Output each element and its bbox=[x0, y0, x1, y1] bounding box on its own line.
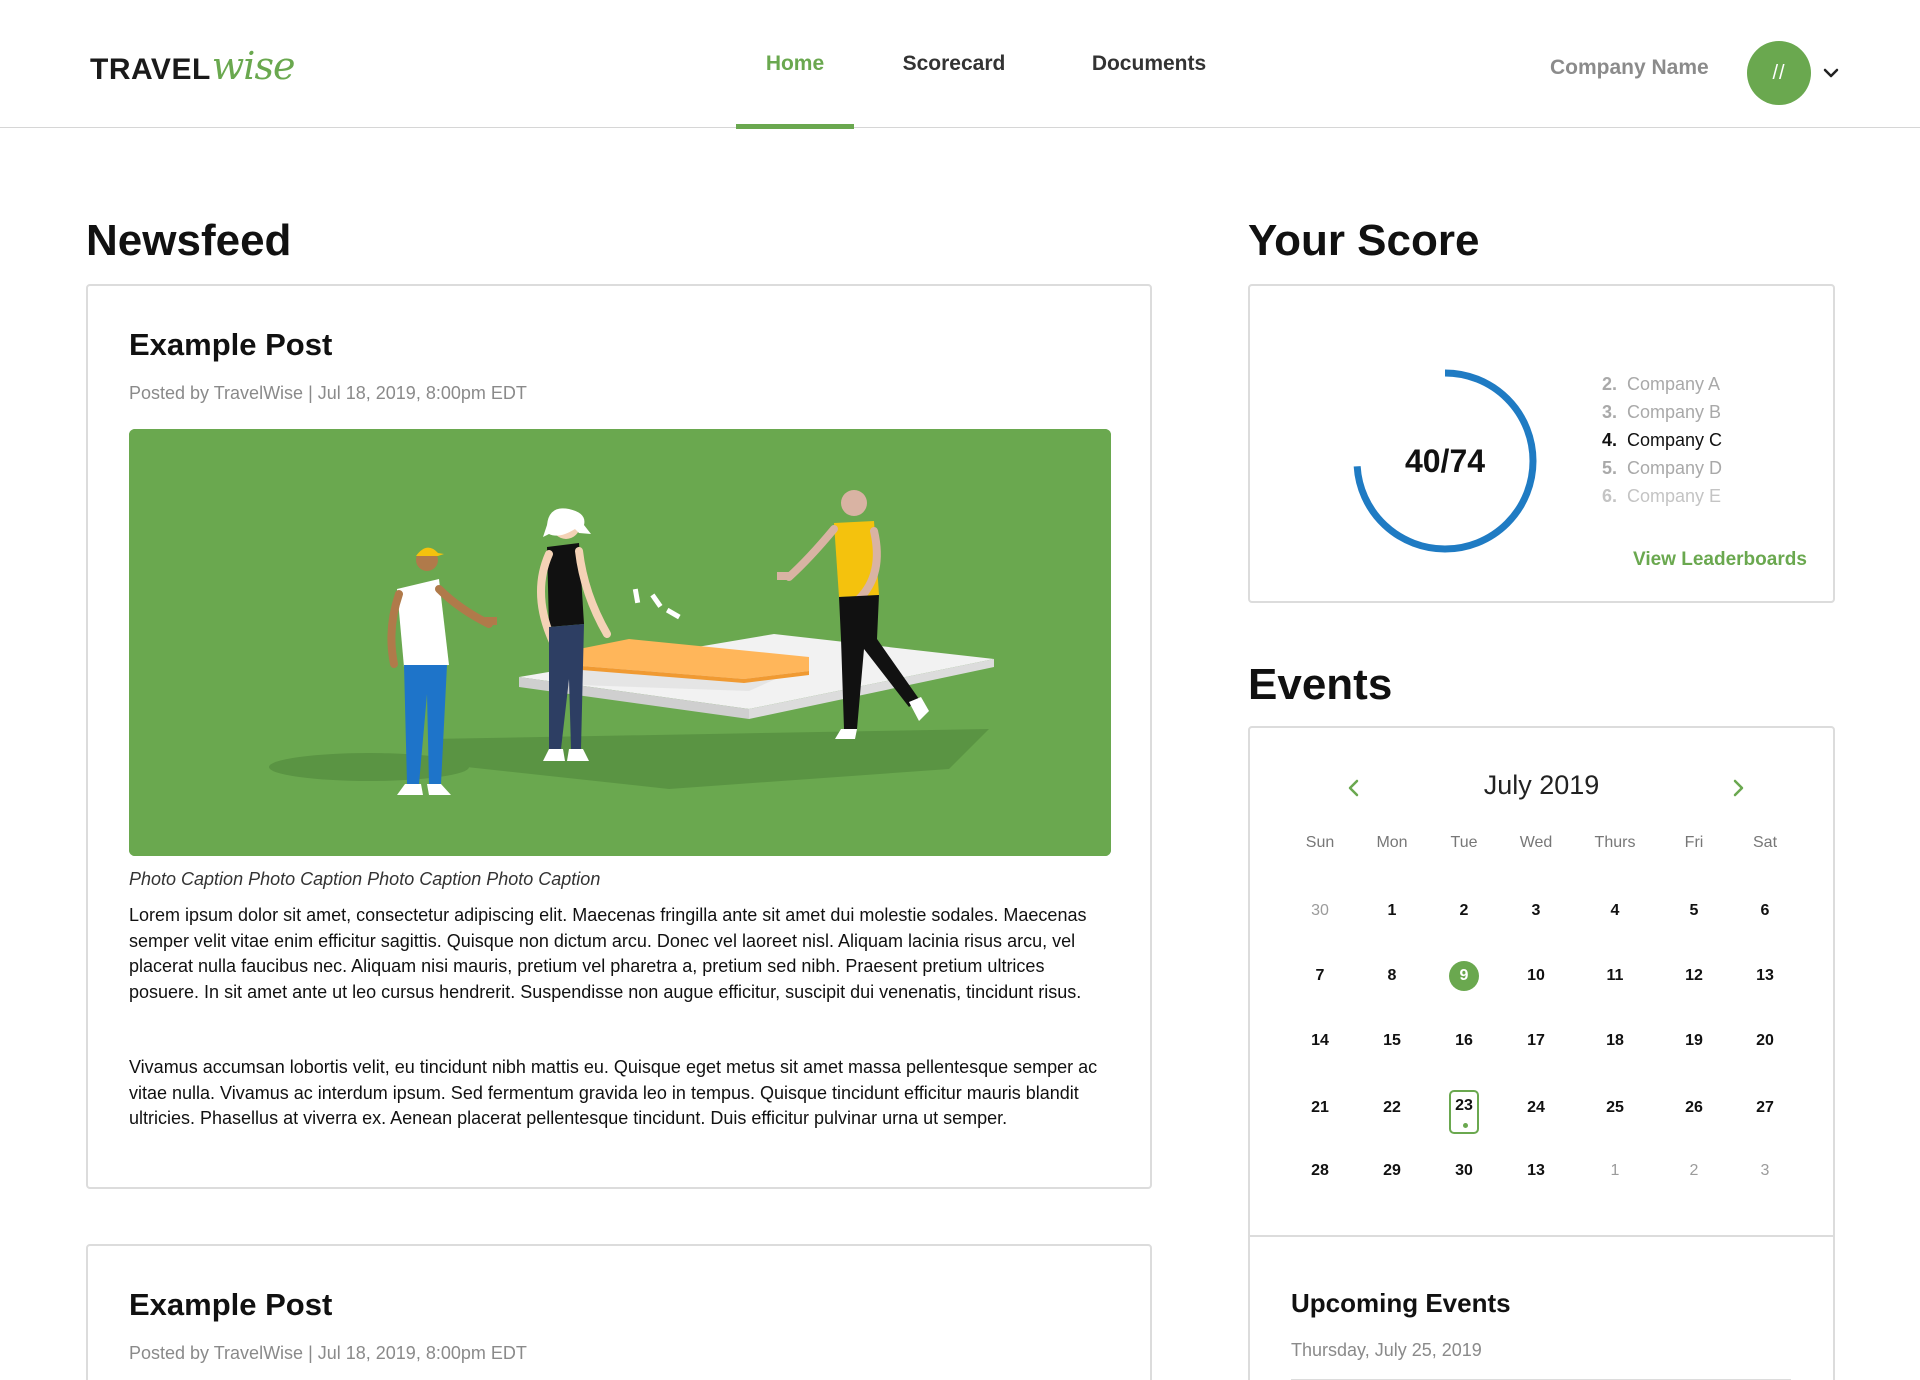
calendar-day[interactable]: 27 bbox=[1749, 1092, 1781, 1124]
calendar-day[interactable]: 30 bbox=[1304, 895, 1336, 927]
calendar-day[interactable]: 6 bbox=[1749, 895, 1781, 927]
calendar-day[interactable]: 13 bbox=[1520, 1155, 1552, 1187]
score-value: 40/74 bbox=[1404, 442, 1486, 479]
upcoming-events-title: Upcoming Events bbox=[1291, 1288, 1511, 1318]
leaderboard-row-current: 4. Company C bbox=[1602, 426, 1722, 454]
photo-caption: Photo Caption Photo Caption Photo Captio… bbox=[129, 869, 601, 889]
leaderboard-company: Company E bbox=[1627, 486, 1722, 506]
calendar-day[interactable]: 10 bbox=[1520, 960, 1552, 992]
calendar-day[interactable]: 19 bbox=[1678, 1025, 1710, 1057]
calendar-day[interactable]: 26 bbox=[1678, 1092, 1710, 1124]
company-name-label[interactable]: Company Name bbox=[1550, 56, 1709, 80]
calendar-day[interactable]: 25 bbox=[1599, 1092, 1631, 1124]
calendar-day[interactable]: 8 bbox=[1376, 960, 1408, 992]
view-leaderboards-link[interactable]: View Leaderboards bbox=[1633, 549, 1807, 571]
weekday-label: Fri bbox=[1684, 834, 1704, 851]
calendar-day[interactable]: 3 bbox=[1749, 1155, 1781, 1187]
post-meta: Posted by TravelWise | Jul 18, 2019, 8:0… bbox=[129, 383, 527, 403]
events-title: Events bbox=[1248, 660, 1393, 709]
chevron-down-icon[interactable] bbox=[1820, 62, 1842, 84]
events-card: July 2019 Sun Mon Tue Wed Thurs Fri Sat 30 1 2 3 4 5… bbox=[1248, 726, 1835, 1380]
leaderboard-company: Company B bbox=[1627, 402, 1722, 422]
leaderboard-company: Company A bbox=[1627, 374, 1721, 394]
calendar-day[interactable]: 18 bbox=[1599, 1025, 1631, 1057]
calendar-day[interactable]: 2 bbox=[1678, 1155, 1710, 1187]
calendar-day[interactable]: 29 bbox=[1376, 1155, 1408, 1187]
top-header: TRAVEL wise Home Scorecard Documents Com… bbox=[0, 0, 1920, 129]
chevron-right-icon[interactable] bbox=[1728, 776, 1748, 800]
calendar-day[interactable]: 14 bbox=[1304, 1025, 1336, 1057]
post-card: Example Post Posted by TravelWise | Jul … bbox=[86, 1244, 1152, 1380]
tab-documents[interactable]: Documents bbox=[1054, 0, 1244, 128]
leaderboard-rank: 3. bbox=[1602, 402, 1618, 422]
post-meta: Posted by TravelWise | Jul 18, 2019, 8:0… bbox=[129, 1343, 527, 1363]
post-paragraph-1: Lorem ipsum dolor sit amet, consectetur … bbox=[129, 905, 1087, 1002]
calendar-day[interactable]: 15 bbox=[1376, 1025, 1408, 1057]
calendar-day[interactable]: 11 bbox=[1599, 960, 1631, 992]
your-score-title: Your Score bbox=[1248, 216, 1480, 265]
chevron-left-icon[interactable] bbox=[1344, 776, 1364, 800]
leaderboard-preview: 2. Company A 3. Company B 4. Company C 5. Co… bbox=[1602, 370, 1722, 510]
post-title[interactable]: Example Post bbox=[129, 327, 332, 363]
calendar-day[interactable]: 1 bbox=[1376, 895, 1408, 927]
newsfeed-title: Newsfeed bbox=[86, 216, 292, 265]
post-paragraph-2: Vivamus accumsan lobortis velit, eu tinc… bbox=[129, 1057, 1098, 1128]
post-illustration bbox=[129, 429, 1111, 856]
calendar-day[interactable]: 22 bbox=[1376, 1092, 1408, 1124]
calendar-day[interactable]: 3 bbox=[1520, 895, 1552, 927]
weekday-label: Mon bbox=[1376, 834, 1408, 851]
logo-word-travel: TRAVEL bbox=[90, 53, 211, 86]
calendar-day[interactable]: 2 bbox=[1448, 895, 1480, 927]
logo-word-wise: wise bbox=[211, 44, 296, 88]
travelwise-logo[interactable]: TRAVEL wise bbox=[90, 44, 295, 88]
calendar-day[interactable]: 30 bbox=[1448, 1155, 1480, 1187]
calendar-day[interactable]: 1 bbox=[1599, 1155, 1631, 1187]
leaderboard-row: 3. Company B bbox=[1602, 398, 1722, 426]
leaderboard-company: Company D bbox=[1627, 458, 1723, 478]
upcoming-event-date: Thursday, July 25, 2019 bbox=[1291, 1340, 1482, 1360]
tab-home[interactable]: Home bbox=[736, 0, 854, 129]
calendar-day[interactable]: 7 bbox=[1304, 960, 1336, 992]
post-title[interactable]: Example Post bbox=[129, 1287, 332, 1323]
weekday-label: Wed bbox=[1519, 834, 1553, 851]
weekday-label: Tue bbox=[1450, 834, 1478, 851]
calendar-day[interactable]: 21 bbox=[1304, 1092, 1336, 1124]
leaderboard-row: 6. Company E bbox=[1602, 482, 1722, 510]
post-card: Example Post Posted by TravelWise | Jul … bbox=[86, 284, 1152, 1189]
main-nav: Home Scorecard Documents bbox=[736, 0, 1244, 129]
calendar-divider bbox=[1250, 1235, 1833, 1237]
leaderboard-row: 2. Company A bbox=[1602, 370, 1722, 398]
weekday-label: Sat bbox=[1752, 834, 1778, 851]
leaderboard-rank: 4. bbox=[1602, 430, 1618, 450]
calendar-day-today[interactable]: 9 bbox=[1449, 961, 1479, 991]
calendar-day[interactable]: 5 bbox=[1678, 895, 1710, 927]
leaderboard-row: 5. Company D bbox=[1602, 454, 1722, 482]
avatar[interactable]: // bbox=[1747, 41, 1811, 105]
calendar-day[interactable]: 16 bbox=[1448, 1025, 1480, 1057]
calendar-day[interactable]: 12 bbox=[1678, 960, 1710, 992]
weekday-label: Thurs bbox=[1594, 834, 1636, 851]
leaderboard-rank: 2. bbox=[1602, 374, 1618, 394]
calendar-day[interactable]: 28 bbox=[1304, 1155, 1336, 1187]
tab-scorecard[interactable]: Scorecard bbox=[854, 0, 1054, 128]
leaderboard-company: Company C bbox=[1627, 430, 1723, 450]
calendar-day[interactable]: 20 bbox=[1749, 1025, 1781, 1057]
calendar-day[interactable]: 4 bbox=[1599, 895, 1631, 927]
calendar-header: July 2019 bbox=[1250, 768, 1833, 808]
ping-pong-illustration bbox=[129, 429, 1111, 856]
weekday-label: Sun bbox=[1305, 834, 1335, 851]
calendar-day[interactable]: 17 bbox=[1520, 1025, 1552, 1057]
calendar-day[interactable]: 24 bbox=[1520, 1092, 1552, 1124]
leaderboard-rank: 5. bbox=[1602, 458, 1618, 478]
calendar-day-event[interactable]: 23 bbox=[1449, 1090, 1479, 1134]
score-card: 40/74 2. Company A 3. Company B 4. Company … bbox=[1248, 284, 1835, 603]
leaderboard-rank: 6. bbox=[1602, 486, 1618, 506]
calendar-day[interactable]: 13 bbox=[1749, 960, 1781, 992]
